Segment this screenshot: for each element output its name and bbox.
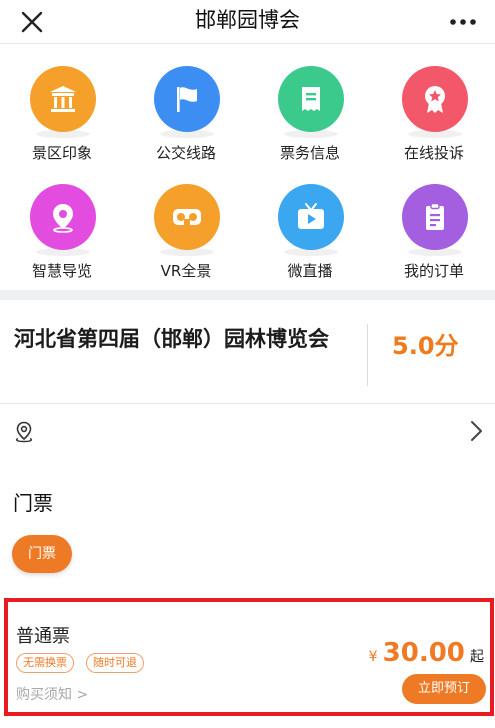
grid-item-bus[interactable]: 公交线路 [124,44,248,164]
grid-item-ticket-info[interactable]: 票务信息 [248,44,372,164]
grid-item-label: 我的订单 [403,262,464,280]
more-icon[interactable] [449,16,477,28]
grid-item-complaint[interactable]: 在线投诉 [372,44,495,164]
grid-item-label: 票务信息 [279,144,340,162]
grid-item-label: 在线投诉 [403,144,464,162]
vertical-divider [367,324,368,386]
tickets-heading: 门票 [13,491,53,515]
vr-glasses-icon [154,184,220,250]
attraction-score: 5.0分 [392,332,459,360]
grid-item-guide[interactable]: 智慧导览 [0,162,124,282]
clipboard-icon [402,184,468,250]
page-title: 邯郸园博会 [195,8,300,32]
ticket-price: ¥ 30.00 起 [369,638,484,668]
section-divider [0,290,495,300]
location-pin-icon [15,421,33,443]
feature-grid: 景区印象 公交线路 票务信息 在线投诉 智慧导览 VR全景 微直播 我的订单 [0,44,495,290]
attraction-name: 河北省第四届（邯郸）园林博览会 [14,327,329,351]
book-now-button[interactable]: 立即预订 [402,674,486,704]
temple-icon [30,66,96,132]
currency-symbol: ¥ [368,649,378,665]
ticket-card[interactable]: 普通票 无需换票 随时可退 购买须知 > ¥ 30.00 起 立即预订 [4,598,494,716]
ticket-type-chip[interactable]: 门票 [12,535,72,573]
grid-item-scenic[interactable]: 景区印象 [0,44,124,164]
tv-play-icon [278,184,344,250]
grid-item-vr[interactable]: VR全景 [124,162,248,282]
attraction-header: 河北省第四届（邯郸）园林博览会 5.0分 [0,300,495,404]
price-suffix: 起 [470,649,484,665]
map-pin-icon [30,184,96,250]
tickets-section: 门票 门票 [0,457,495,597]
badge-icon [402,66,468,132]
tag-no-exchange: 无需换票 [16,653,74,673]
grid-item-label: 景区印象 [31,144,92,162]
grid-item-label: 公交线路 [155,144,216,162]
grid-item-live[interactable]: 微直播 [248,162,372,282]
purchase-notice-link[interactable]: 购买须知 > [16,684,88,704]
grid-item-orders[interactable]: 我的订单 [372,162,495,282]
top-bar: 邯郸园博会 [0,0,495,44]
tag-refundable: 随时可退 [86,653,144,673]
grid-item-label: 智慧导览 [31,262,92,280]
chevron-right-icon[interactable] [469,420,483,442]
grid-item-label: VR全景 [160,262,212,280]
ticket-icon [278,66,344,132]
ticket-name: 普通票 [16,626,70,647]
flag-icon [154,66,220,132]
location-row[interactable] [0,405,495,457]
price-amount: 30.00 [382,638,465,668]
grid-item-label: 微直播 [287,262,333,280]
